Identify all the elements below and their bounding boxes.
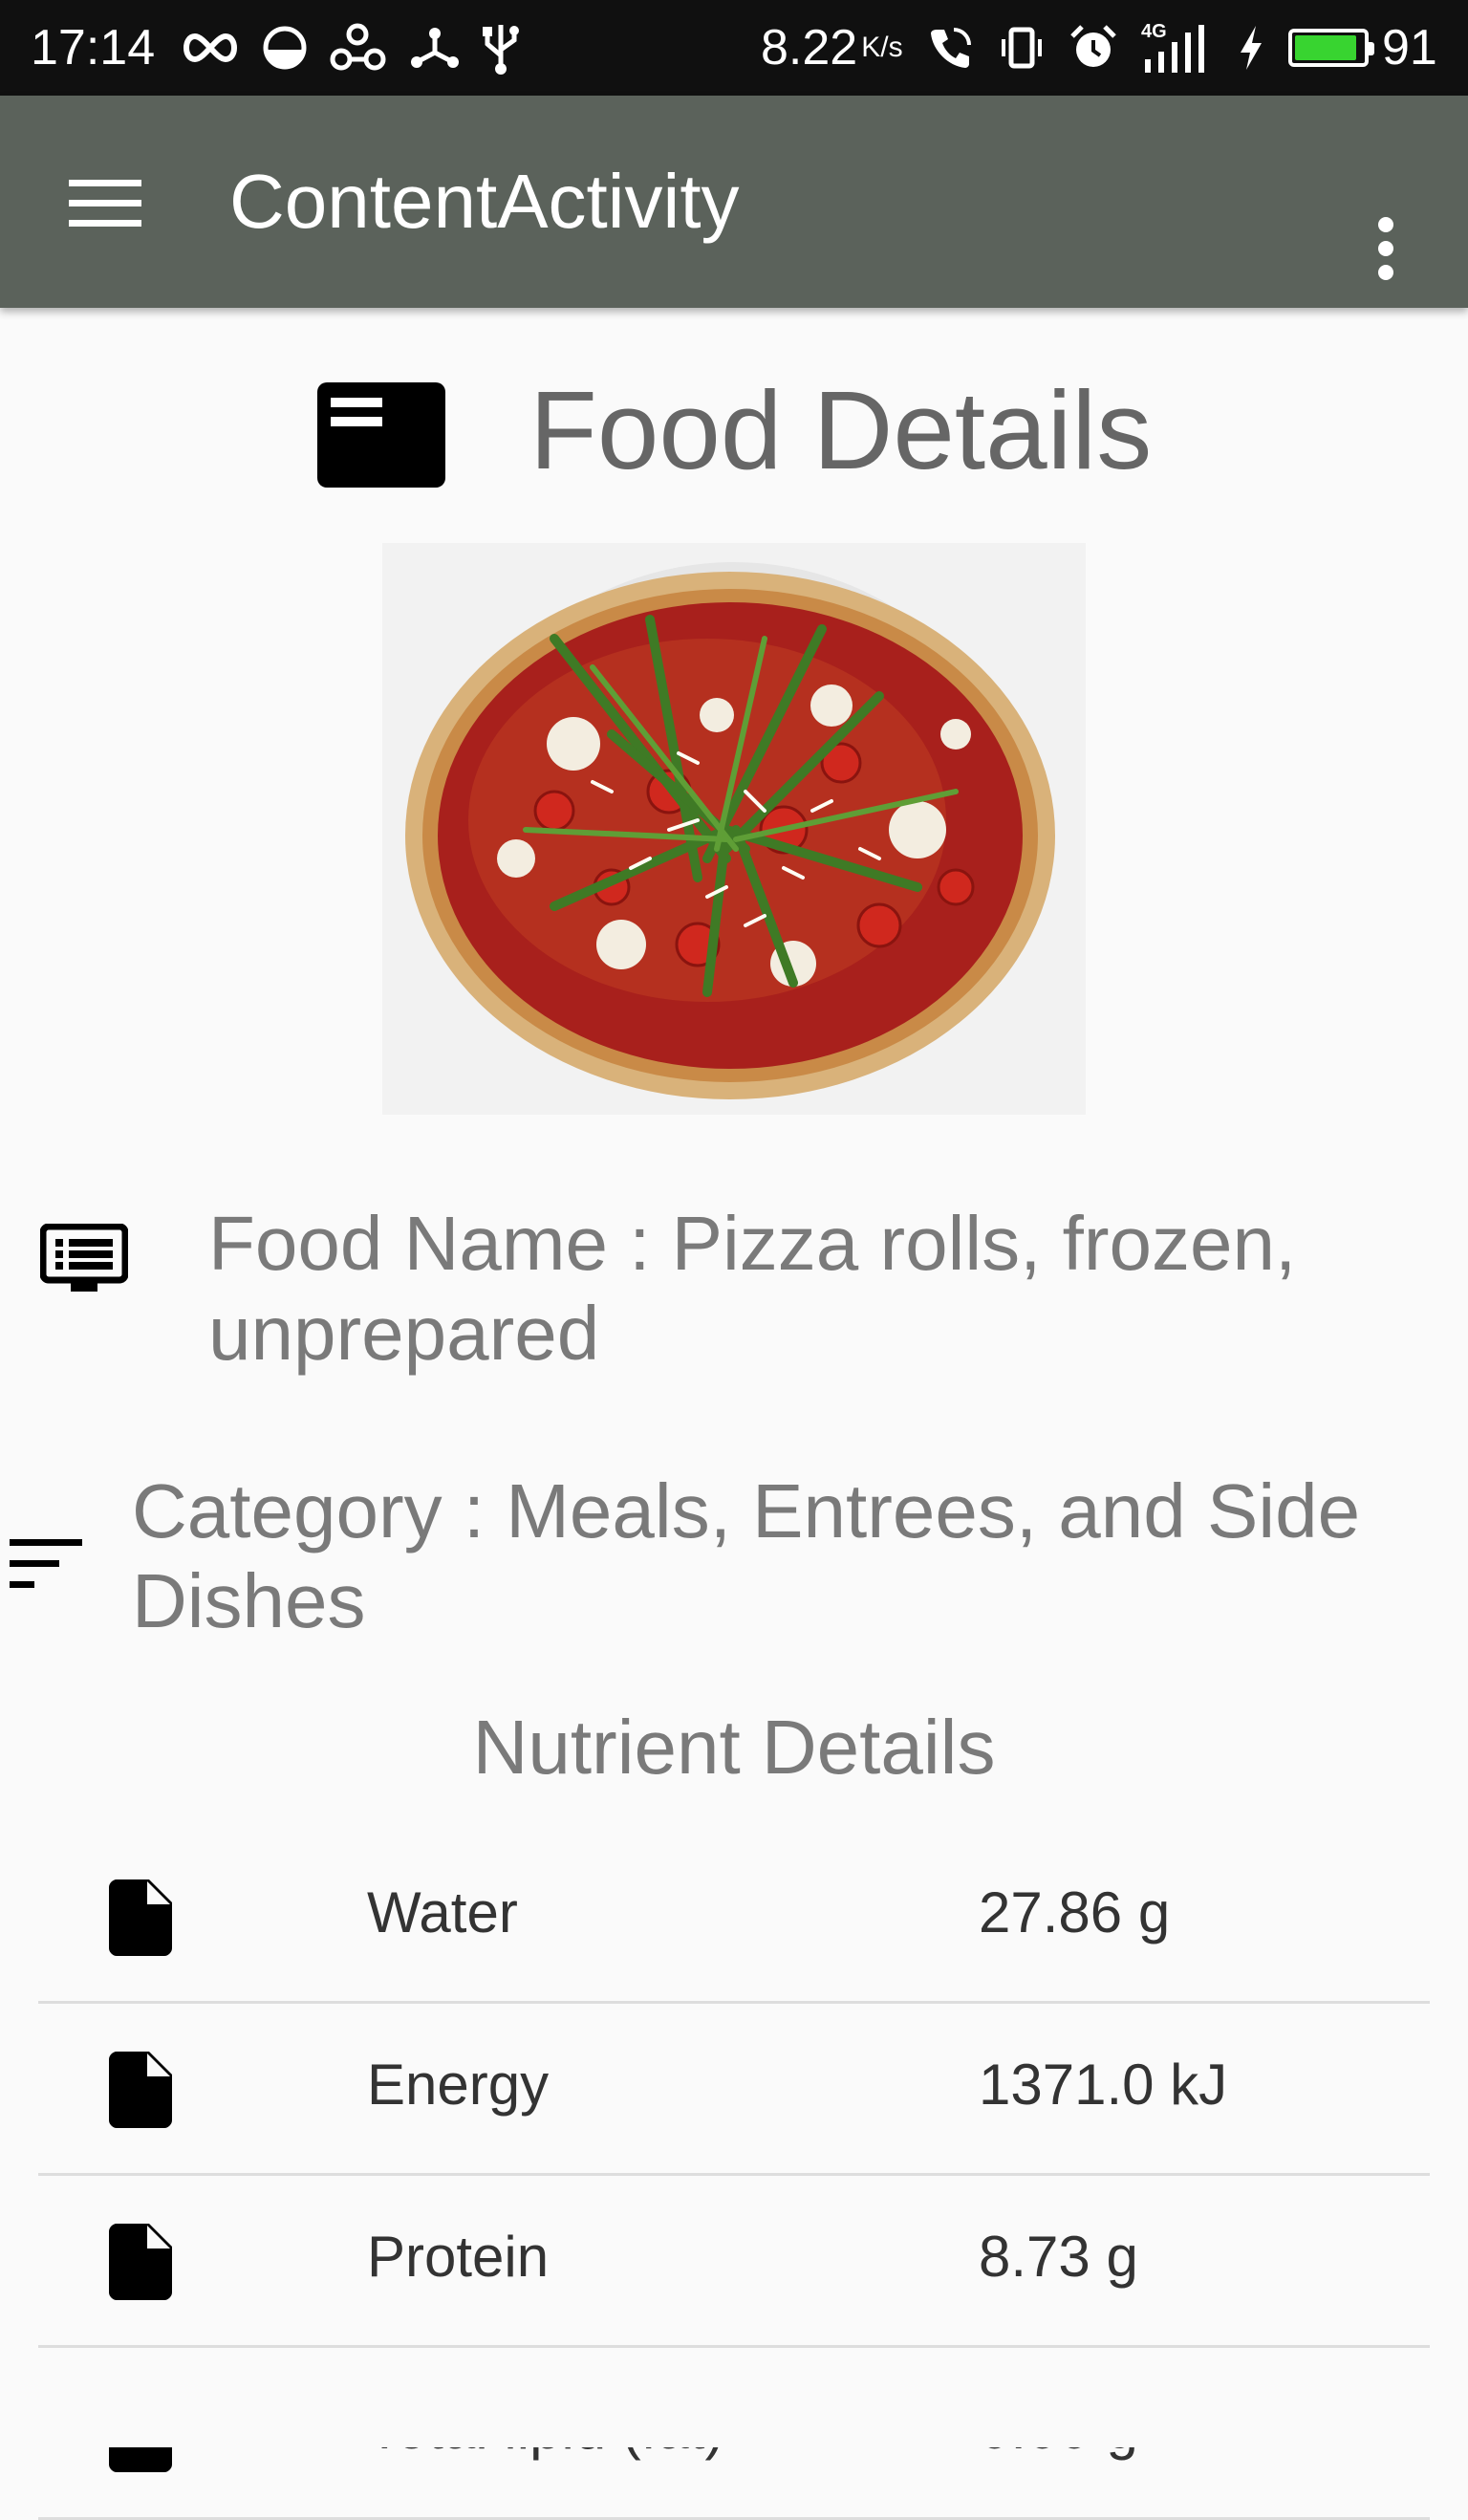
vibrate-icon	[1002, 27, 1042, 69]
battery-percentage: 91	[1382, 20, 1437, 76]
overflow-menu-button[interactable]	[1348, 201, 1424, 296]
infinity-icon	[184, 33, 237, 63]
half-circle-icon	[263, 26, 307, 70]
status-time: 17:14	[31, 20, 156, 76]
battery-fill	[1295, 35, 1356, 60]
nutrient-value: 27.86 g	[979, 1880, 1171, 1944]
status-speed: 8.22 K/s	[761, 0, 903, 96]
page-title: Food Details	[529, 368, 1153, 492]
nutrient-section-title: Nutrient Details	[472, 1705, 996, 1790]
document-icon	[109, 1879, 172, 1956]
nutrient-name: Water	[367, 1880, 518, 1944]
nutrient-row-protein[interactable]: Protein 8.73 g	[38, 2176, 1430, 2348]
status-bar: 17:14 8.22 K/s 4G 91	[0, 0, 1468, 96]
link-icon	[330, 23, 386, 71]
food-name-text: Food Name : Pizza rolls, frozen, unprepa…	[208, 1201, 1297, 1376]
status-right-icons: 4G	[927, 0, 1374, 96]
speed-value: 8.22	[761, 20, 858, 76]
category-row: Category : Meals, Entrees, and Side Dish…	[0, 1463, 1468, 1663]
list-screen-icon	[40, 1224, 128, 1292]
status-left-icons	[180, 0, 520, 96]
app-bar: ContentActivity	[0, 96, 1468, 308]
nutrient-value: 8.73 g	[979, 2225, 1138, 2289]
food-image	[382, 543, 1086, 1115]
share-hub-icon	[411, 28, 459, 68]
charging-icon	[1241, 26, 1262, 70]
document-icon	[109, 2052, 172, 2128]
hamburger-icon	[69, 180, 141, 227]
food-details-header: Food Details	[0, 344, 1468, 516]
category-text: Category : Meals, Entrees, and Side Dish…	[132, 1468, 1361, 1643]
sort-icon	[10, 1539, 82, 1588]
call-icon	[931, 28, 971, 68]
nutrient-name: Protein	[367, 2225, 550, 2289]
food-name-row: Food Name : Pizza rolls, frozen, unprepa…	[0, 1195, 1468, 1396]
nutrient-row-energy[interactable]: Energy 1371.0 kJ	[38, 2004, 1430, 2176]
nutrient-value: 1371.0 kJ	[979, 2053, 1228, 2117]
signal-icon: 4G	[1141, 21, 1214, 75]
nutrient-row-water[interactable]: Water 27.86 g	[38, 1832, 1430, 2004]
document-icon	[109, 2224, 172, 2300]
list-clip	[0, 2369, 1468, 2447]
usb-icon	[483, 25, 519, 75]
more-vert-icon	[1378, 217, 1393, 280]
card-icon	[317, 382, 445, 488]
speed-unit: K/s	[861, 32, 903, 63]
battery-icon	[1288, 29, 1374, 67]
alarm-icon	[1070, 25, 1116, 67]
nutrient-name: Energy	[367, 2053, 550, 2117]
hamburger-menu-button[interactable]	[50, 155, 164, 250]
app-title: ContentActivity	[229, 159, 740, 244]
